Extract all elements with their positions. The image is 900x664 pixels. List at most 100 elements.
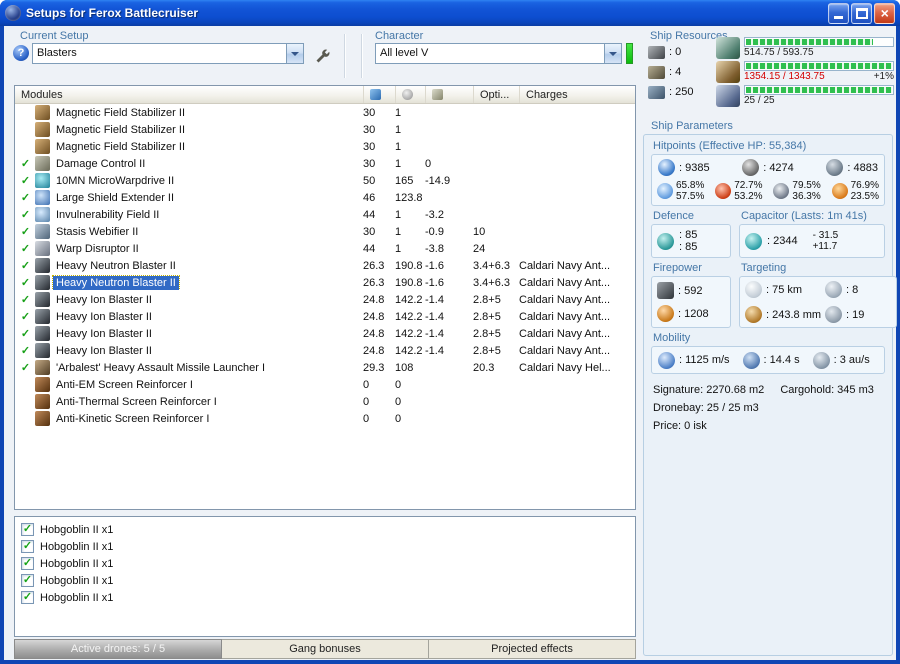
module-powergrid-value: 108 bbox=[395, 361, 414, 374]
module-row[interactable]: ✓ Heavy Neutron Blaster II 26.3 190.8 -1… bbox=[15, 257, 635, 274]
resource-bar-icon bbox=[716, 37, 740, 59]
scan-resolution-value: : 243.8 mm bbox=[766, 308, 822, 321]
setup-combobox[interactable]: Blasters bbox=[32, 43, 304, 64]
armor-resist-value: 36.3% bbox=[792, 191, 821, 202]
tab-gang-bonuses[interactable]: Gang bonuses bbox=[222, 639, 429, 659]
module-icon bbox=[35, 377, 50, 392]
module-row[interactable]: ✓ Large Shield Extender II 46 123.8 bbox=[15, 189, 635, 206]
drone-row[interactable]: ✓ Hobgoblin II x1 bbox=[21, 538, 635, 555]
minimize-icon bbox=[834, 15, 843, 19]
resource-count-value: : 4 bbox=[669, 66, 682, 78]
title-bar[interactable]: Setups for Ferox Battlecruiser × bbox=[0, 0, 900, 26]
module-name-cell: ✓ 'Arbalest' Heavy Assault Missile Launc… bbox=[15, 360, 363, 375]
help-icon[interactable]: ? bbox=[13, 45, 29, 61]
module-cpu-value: 30 bbox=[363, 225, 376, 238]
active-check-icon: ✓ bbox=[20, 175, 31, 187]
module-cap-value: 0 bbox=[425, 157, 432, 170]
maximize-button[interactable] bbox=[851, 2, 872, 24]
cpu-column-header[interactable] bbox=[363, 86, 395, 103]
current-setup-label: Current Setup bbox=[20, 30, 89, 42]
module-row[interactable]: ✓ Magnetic Field Stabilizer II 30 1 bbox=[15, 121, 635, 138]
optimal-column-header[interactable]: Opti... bbox=[473, 86, 519, 103]
module-icon bbox=[35, 326, 50, 341]
tab-projected-effects[interactable]: Projected effects bbox=[429, 639, 636, 659]
resistance-group: 72.7% 53.2% bbox=[715, 180, 763, 202]
modules-panel: Modules Opti... Charges ✓ Magnetic Field… bbox=[14, 85, 636, 510]
drone-row[interactable]: ✓ Hobgoblin II x1 bbox=[21, 572, 635, 589]
drone-checkbox[interactable]: ✓ bbox=[21, 523, 34, 536]
setup-tools-button[interactable] bbox=[310, 44, 334, 65]
module-cpu-value: 0 bbox=[363, 395, 370, 408]
price-value: Price: 0 isk bbox=[653, 420, 707, 432]
resource-count-icon bbox=[648, 45, 665, 59]
drone-checkbox[interactable]: ✓ bbox=[21, 591, 34, 604]
module-row[interactable]: ✓ Damage Control II 30 1 0 bbox=[15, 155, 635, 172]
module-row[interactable]: ✓ 10MN MicroWarpdrive II 50 165 -14.9 bbox=[15, 172, 635, 189]
close-button[interactable]: × bbox=[874, 2, 895, 24]
module-powergrid-value: 165 bbox=[395, 174, 414, 187]
capacitor-column-header[interactable] bbox=[425, 86, 473, 103]
resource-count-row: : 4 bbox=[648, 64, 718, 80]
drone-row[interactable]: ✓ Hobgoblin II x1 bbox=[21, 589, 635, 606]
divider bbox=[344, 34, 346, 78]
modules-column-header[interactable]: Modules bbox=[15, 86, 363, 103]
module-row[interactable]: ✓ Heavy Ion Blaster II 24.8 142.2 -1.4 2… bbox=[15, 325, 635, 342]
drone-row[interactable]: ✓ Hobgoblin II x1 bbox=[21, 521, 635, 538]
align-time-stat: : 14.4 s bbox=[742, 351, 800, 369]
module-icon bbox=[35, 241, 50, 256]
charges-column-header[interactable]: Charges bbox=[519, 86, 635, 103]
module-row[interactable]: ✓ Heavy Neutron Blaster II 26.3 190.8 -1… bbox=[15, 274, 635, 291]
resist-icon bbox=[773, 183, 790, 199]
module-row[interactable]: ✓ Stasis Webifier II 30 1 -0.9 10 bbox=[15, 223, 635, 240]
defence-value-1: : 85 bbox=[679, 229, 698, 241]
hull-hp-stat: : 4883 bbox=[826, 159, 878, 176]
module-row[interactable]: ✓ Heavy Ion Blaster II 24.8 142.2 -1.4 2… bbox=[15, 291, 635, 308]
module-name: Heavy Ion Blaster II bbox=[56, 344, 152, 357]
module-row[interactable]: ✓ Magnetic Field Stabilizer II 30 1 bbox=[15, 138, 635, 155]
powergrid-column-header[interactable] bbox=[395, 86, 425, 103]
character-combo-dropdown-button[interactable] bbox=[604, 44, 621, 63]
resource-bar-row: 1354.15 / 1343.75 +1% bbox=[716, 61, 894, 83]
defence-capacitor-row: Defence : 85 : 85 Capacitor (Lasts: 1m 4… bbox=[651, 209, 885, 258]
setup-combo-dropdown-button[interactable] bbox=[286, 44, 303, 63]
hull-hp-icon bbox=[826, 159, 844, 176]
module-cpu-value: 30 bbox=[363, 123, 376, 136]
resource-bar-fill bbox=[746, 39, 874, 45]
drone-checkbox[interactable]: ✓ bbox=[21, 574, 34, 587]
drone-checkbox[interactable]: ✓ bbox=[21, 557, 34, 570]
module-name: Magnetic Field Stabilizer II bbox=[56, 140, 185, 153]
module-row[interactable]: ✓ Anti-EM Screen Reinforcer I 0 0 bbox=[15, 376, 635, 393]
module-row[interactable]: ✓ Heavy Ion Blaster II 24.8 142.2 -1.4 2… bbox=[15, 342, 635, 359]
module-cpu-value: 46 bbox=[363, 191, 376, 204]
drone-checkbox[interactable]: ✓ bbox=[21, 540, 34, 553]
resource-count-value: : 0 bbox=[669, 46, 682, 58]
capacitor-section: Capacitor (Lasts: 1m 41s) : 2344 - 31.5 … bbox=[739, 209, 885, 258]
character-label: Character bbox=[375, 30, 424, 42]
module-row[interactable]: ✓ Anti-Thermal Screen Reinforcer I 0 0 bbox=[15, 393, 635, 410]
module-row[interactable]: ✓ Anti-Kinetic Screen Reinforcer I 0 0 bbox=[15, 410, 635, 427]
module-powergrid-value: 123.8 bbox=[395, 191, 423, 204]
module-name: Heavy Ion Blaster II bbox=[56, 293, 152, 306]
module-row[interactable]: ✓ 'Arbalest' Heavy Assault Missile Launc… bbox=[15, 359, 635, 376]
hitpoints-label: Hitpoints (Effective HP: 55,384) bbox=[653, 140, 807, 152]
module-row[interactable]: ✓ Warp Disruptor II 44 1 -3.8 24 bbox=[15, 240, 635, 257]
turret-icon bbox=[657, 282, 674, 299]
module-powergrid-value: 190.8 bbox=[395, 259, 423, 272]
module-powergrid-value: 1 bbox=[395, 123, 402, 136]
tab-active-drones[interactable]: Active drones: 5 / 5 bbox=[14, 639, 222, 659]
character-combobox[interactable]: All level V bbox=[375, 43, 622, 64]
module-powergrid-value: 142.2 bbox=[395, 344, 423, 357]
resource-bar-text-row: 25 / 25 bbox=[744, 95, 894, 107]
module-row[interactable]: ✓ Invulnerability Field II 44 1 -3.2 bbox=[15, 206, 635, 223]
module-name-cell: ✓ Anti-Thermal Screen Reinforcer I bbox=[15, 394, 363, 409]
module-row[interactable]: ✓ Magnetic Field Stabilizer II 30 1 bbox=[15, 104, 635, 121]
minimize-button[interactable] bbox=[828, 2, 849, 24]
resistance-group: 65.8% 57.5% bbox=[657, 180, 704, 202]
active-check-icon: ✓ bbox=[20, 158, 31, 170]
resource-bar-value: 25 / 25 bbox=[744, 95, 775, 106]
drone-row[interactable]: ✓ Hobgoblin II x1 bbox=[21, 555, 635, 572]
module-row[interactable]: ✓ Heavy Ion Blaster II 24.8 142.2 -1.4 2… bbox=[15, 308, 635, 325]
module-cpu-value: 30 bbox=[363, 106, 376, 119]
module-cap-value: -0.9 bbox=[425, 225, 444, 238]
module-cap-value: -1.4 bbox=[425, 293, 444, 306]
